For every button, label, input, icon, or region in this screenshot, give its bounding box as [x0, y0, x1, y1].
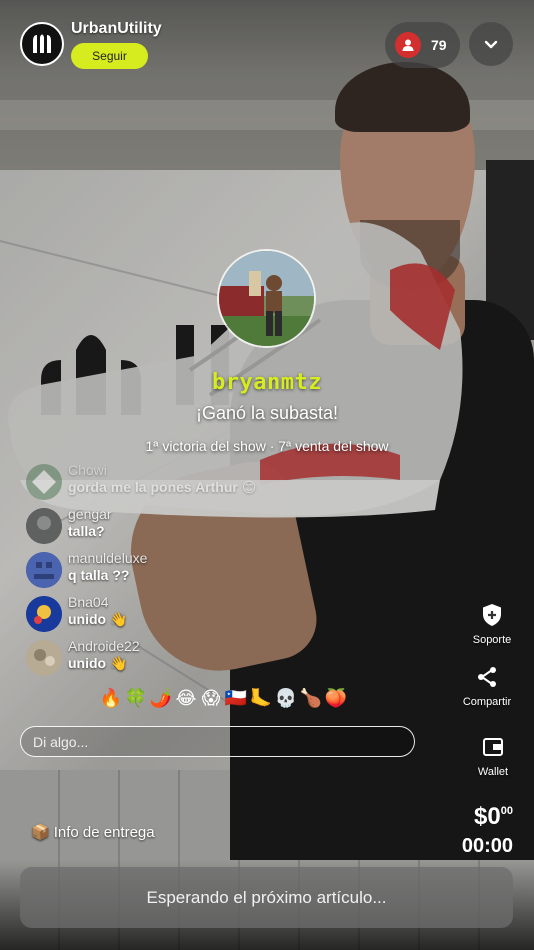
chat-text: unido 👋 — [68, 655, 128, 671]
current-price: $000 — [474, 803, 513, 831]
follow-button[interactable]: Seguir — [71, 43, 148, 69]
chat-avatar[interactable] — [26, 596, 62, 632]
reaction-clover[interactable]: 🍀 — [124, 688, 148, 709]
reaction-scream[interactable]: 😱 — [199, 688, 223, 709]
reaction-peach[interactable]: 🍑 — [324, 688, 348, 709]
top-bar: UrbanUtility Seguir 79 — [0, 0, 534, 80]
wallet-icon — [458, 732, 528, 762]
winner-username: bryanmtz — [212, 370, 322, 395]
chat-message: Chowi gorda me la pones Arthur 😊 — [26, 462, 426, 500]
support-label: Soporte — [472, 634, 512, 646]
viewer-count-badge[interactable]: 79 — [385, 22, 460, 68]
chat-input[interactable] — [20, 726, 415, 757]
winner-stats: 1ª victoria del show · 7ª venta del show — [145, 438, 389, 454]
chat-username[interactable]: Androide22 — [68, 638, 140, 654]
delivery-label: Info de entrega — [53, 823, 155, 841]
auction-timer: 00:00 — [461, 835, 513, 857]
chat-username[interactable]: Chowi — [68, 462, 107, 478]
reaction-skull[interactable]: 💀 — [274, 688, 298, 709]
wallet-button[interactable]: Wallet — [458, 732, 528, 778]
chat-text: q talla ?? — [68, 567, 130, 583]
reaction-laugh[interactable]: 😂 — [174, 688, 198, 709]
chat-avatar[interactable] — [26, 552, 62, 588]
share-label: Compartir — [462, 696, 512, 708]
support-button[interactable]: Soporte — [457, 600, 527, 646]
chat-message: gengar talla? — [26, 506, 426, 544]
shop-name[interactable]: UrbanUtility — [71, 20, 162, 38]
viewer-person-icon — [395, 32, 421, 58]
waiting-next-item-button[interactable]: Esperando el próximo artículo... — [20, 867, 513, 928]
collapse-chevron-button[interactable] — [469, 22, 513, 66]
wallet-label: Wallet — [477, 766, 509, 778]
viewer-count: 79 — [431, 37, 447, 53]
chat-username[interactable]: Bna04 — [68, 594, 108, 610]
chat-avatar[interactable] — [26, 640, 62, 676]
reaction-chile-flag[interactable]: 🇨🇱 — [224, 688, 248, 709]
share-button[interactable]: Compartir — [452, 662, 522, 708]
chat-text: gorda me la pones Arthur 😊 — [68, 479, 257, 495]
chat-text: talla? — [68, 523, 105, 539]
chat-username[interactable]: manuldeluxe — [68, 550, 147, 566]
chat-message: Bna04 unido 👋 — [26, 594, 426, 632]
price-cents: 00 — [500, 805, 513, 817]
chat-text: unido 👋 — [68, 611, 128, 627]
reaction-bar: 🔥 🍀 🌶️ 😂 😱 🇨🇱 🦶 💀 🍗 🍑 — [99, 688, 348, 709]
chat-avatar[interactable] — [26, 464, 62, 500]
reaction-foot[interactable]: 🦶 — [249, 688, 273, 709]
price-main: $0 — [474, 803, 501, 830]
chat-message: manuldeluxe q talla ?? — [26, 550, 426, 588]
chat-message: Androide22 unido 👋 — [26, 638, 426, 676]
package-icon: 📦 — [31, 824, 50, 841]
chat-username[interactable]: gengar — [68, 506, 112, 522]
reaction-fire[interactable]: 🔥 — [99, 688, 123, 709]
share-icon — [452, 662, 522, 692]
reaction-drumstick[interactable]: 🍗 — [299, 688, 323, 709]
urbanutility-logo-icon — [33, 34, 51, 53]
winner-avatar[interactable] — [217, 249, 316, 348]
winner-message: ¡Ganó la subasta! — [195, 403, 339, 423]
shield-plus-icon — [457, 600, 527, 630]
delivery-info-link[interactable]: 📦 Info de entrega — [31, 823, 155, 842]
shop-logo[interactable] — [20, 22, 64, 66]
chat-avatar[interactable] — [26, 508, 62, 544]
reaction-chili[interactable]: 🌶️ — [149, 688, 173, 709]
chevron-down-icon — [484, 40, 498, 49]
